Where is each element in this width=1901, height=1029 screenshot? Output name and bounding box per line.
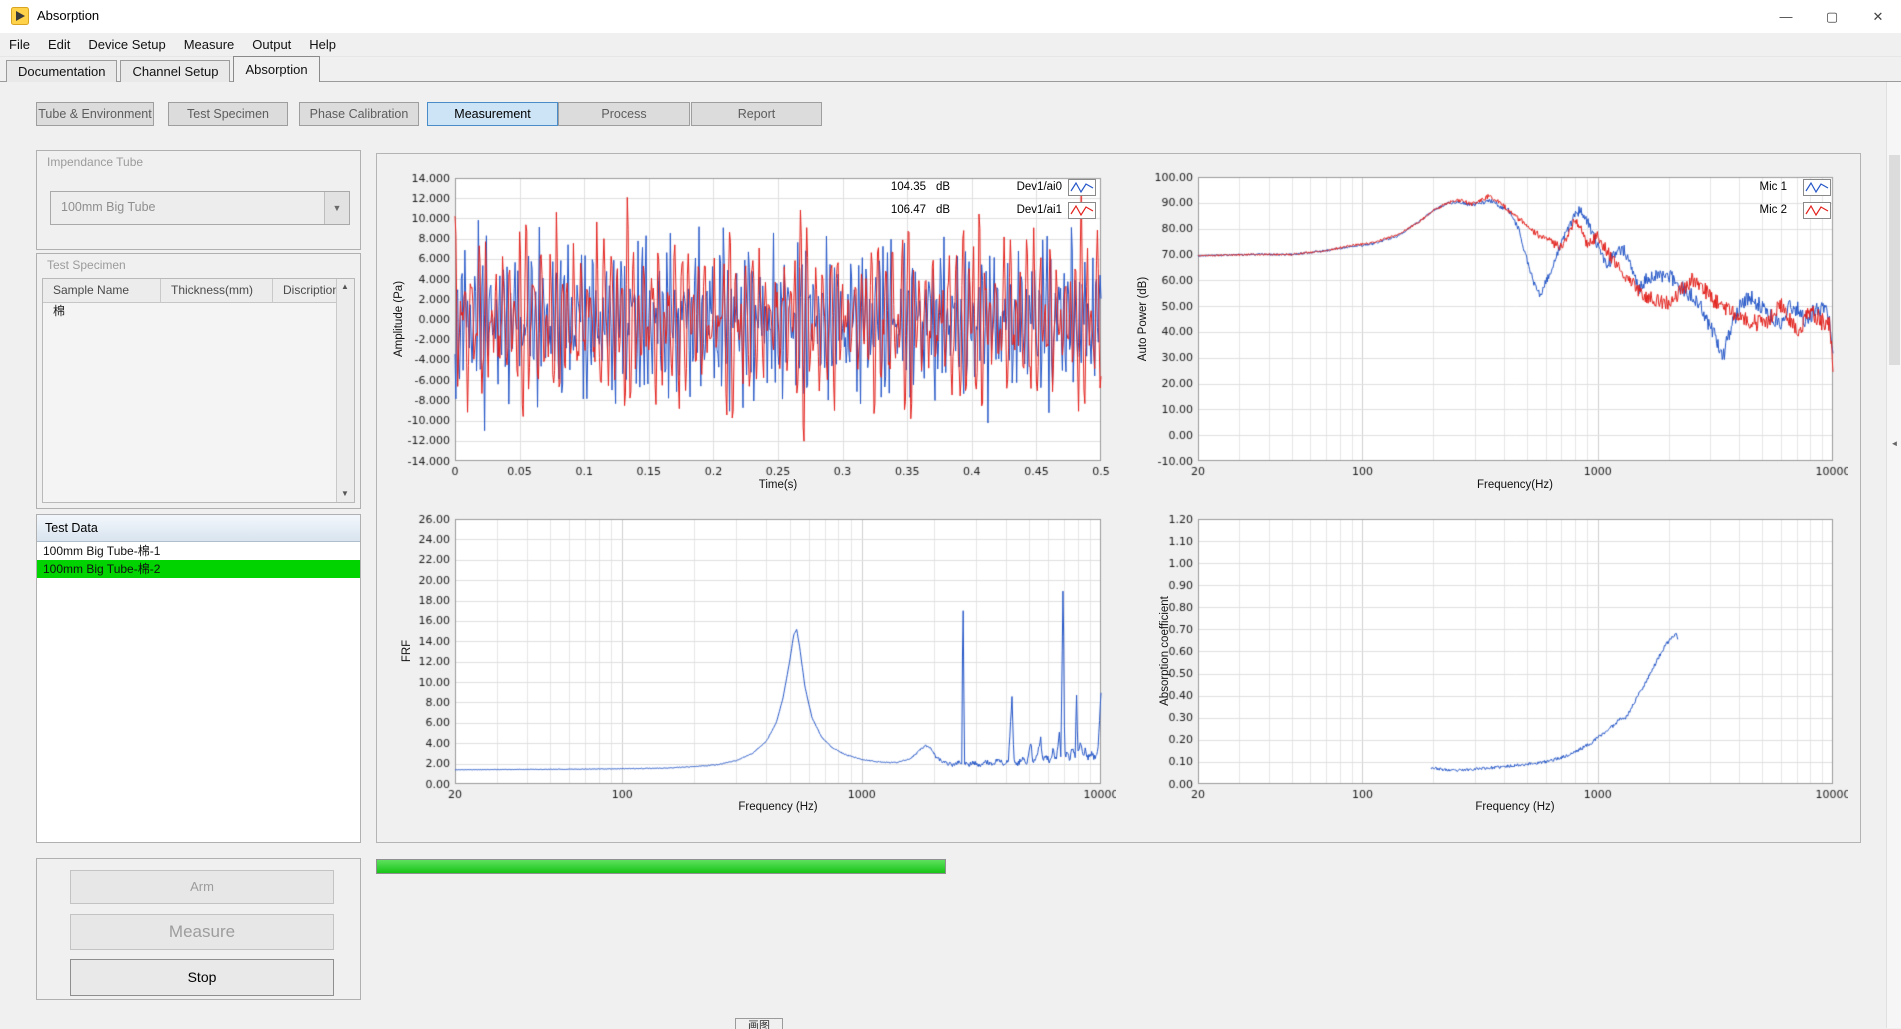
- y-axis-title-auto-power: Auto Power (dB): [1137, 277, 1149, 361]
- test-specimen-table: Sample Name Thickness(mm) Discription 棉 …: [42, 278, 355, 503]
- level-readout-ai0: 104.35: [876, 181, 926, 193]
- test-specimen-label: Test Specimen: [47, 258, 126, 272]
- impedance-tube-dropdown[interactable]: 100mm Big Tube ▼: [50, 191, 350, 225]
- y-axis-title-frf: FRF: [401, 640, 413, 662]
- legend-waveform-icon-mic2[interactable]: [1803, 202, 1831, 219]
- subtab-report[interactable]: Report: [691, 102, 822, 126]
- menu-output[interactable]: Output: [243, 33, 300, 56]
- impedance-tube-value: 100mm Big Tube: [61, 200, 156, 214]
- right-scrollbar[interactable]: ◄: [1886, 82, 1901, 1028]
- x-axis-title-frequency-top: Frequency(Hz): [1477, 479, 1553, 491]
- menu-measure[interactable]: Measure: [175, 33, 244, 56]
- control-button-box: Arm Measure Stop: [36, 858, 361, 1000]
- level-readout-ai1: 106.47: [876, 204, 926, 216]
- legend-label-mic1[interactable]: Mic 1: [1725, 181, 1787, 193]
- test-data-header: Test Data: [37, 515, 360, 542]
- measure-button[interactable]: Measure: [70, 914, 334, 950]
- subtab-process[interactable]: Process: [558, 102, 690, 126]
- table-scrollbar[interactable]: ▲ ▼: [336, 279, 354, 502]
- progress-fill: [377, 860, 945, 873]
- menu-file[interactable]: File: [0, 33, 39, 56]
- menu-edit[interactable]: Edit: [39, 33, 79, 56]
- x-axis-title-frequency-abs: Frequency (Hz): [1475, 801, 1554, 813]
- scrollbar-thumb[interactable]: [1889, 155, 1900, 365]
- legend-waveform-icon-ai1[interactable]: [1068, 202, 1096, 219]
- impedance-tube-group: Impendance Tube 100mm Big Tube ▼: [36, 150, 361, 250]
- subtab-test-specimen[interactable]: Test Specimen: [168, 102, 288, 126]
- scroll-up-icon[interactable]: ▲: [337, 279, 353, 295]
- frf-chart: [376, 505, 1116, 820]
- x-axis-title-frequency-frf: Frequency (Hz): [738, 801, 817, 813]
- title-bar: Absorption — ▢ ✕: [0, 0, 1901, 34]
- y-axis-title-amplitude: Amplitude (Pa): [393, 281, 405, 357]
- column-thickness: Thickness(mm): [161, 279, 273, 302]
- subtab-tube-environment[interactable]: Tube & Environment: [36, 102, 154, 126]
- dropdown-arrow-icon[interactable]: ▼: [324, 192, 349, 224]
- y-axis-title-absorption: Absorption coefficient: [1159, 596, 1171, 706]
- table-row[interactable]: 棉: [43, 302, 337, 320]
- collapse-left-icon[interactable]: ◄: [1888, 437, 1901, 451]
- close-button[interactable]: ✕: [1855, 0, 1901, 33]
- bottom-tab-draw[interactable]: 画图: [735, 1018, 783, 1029]
- legend-waveform-icon-mic1[interactable]: [1803, 179, 1831, 196]
- list-item-selected[interactable]: 100mm Big Tube-棉-2: [37, 560, 360, 578]
- test-specimen-table-header: Sample Name Thickness(mm) Discription: [43, 279, 337, 303]
- absorption-coefficient-chart: [1120, 505, 1848, 820]
- column-sample-name: Sample Name: [43, 279, 161, 302]
- scroll-down-icon[interactable]: ▼: [337, 486, 353, 502]
- legend-waveform-icon-ai0[interactable]: [1068, 179, 1096, 196]
- arm-button[interactable]: Arm: [70, 870, 334, 904]
- test-data-group: Test Data 100mm Big Tube-棉-1 100mm Big T…: [36, 514, 361, 843]
- level-readout-ai1-unit: dB: [936, 204, 950, 216]
- stop-button[interactable]: Stop: [70, 959, 334, 996]
- legend-label-ai0[interactable]: Dev1/ai0: [990, 181, 1062, 193]
- window-title: Absorption: [37, 8, 99, 23]
- x-axis-title-time: Time(s): [759, 479, 798, 491]
- menu-bar: File Edit Device Setup Measure Output He…: [0, 33, 1901, 57]
- subtab-phase-calibration[interactable]: Phase Calibration: [299, 102, 419, 126]
- tab-absorption[interactable]: Absorption: [233, 56, 319, 82]
- test-data-list: 100mm Big Tube-棉-1 100mm Big Tube-棉-2: [37, 542, 360, 842]
- column-discription: Discription: [273, 279, 336, 302]
- legend-label-ai1[interactable]: Dev1/ai1: [990, 204, 1062, 216]
- menu-help[interactable]: Help: [300, 33, 345, 56]
- tab-channel-setup[interactable]: Channel Setup: [120, 60, 230, 82]
- legend-label-mic2[interactable]: Mic 2: [1725, 204, 1787, 216]
- tab-documentation[interactable]: Documentation: [6, 60, 117, 82]
- maximize-button[interactable]: ▢: [1809, 0, 1855, 33]
- level-readout-ai0-unit: dB: [936, 181, 950, 193]
- minimize-button[interactable]: —: [1763, 0, 1809, 33]
- menu-device-setup[interactable]: Device Setup: [79, 33, 174, 56]
- list-item[interactable]: 100mm Big Tube-棉-1: [37, 542, 360, 560]
- test-specimen-group: Test Specimen Sample Name Thickness(mm) …: [36, 253, 361, 509]
- impedance-tube-label: Impendance Tube: [47, 155, 143, 169]
- subtab-measurement[interactable]: Measurement: [427, 102, 558, 126]
- main-tab-bar: Documentation Channel Setup Absorption: [0, 56, 1901, 82]
- progress-bar: [376, 859, 946, 874]
- app-icon: [11, 7, 29, 25]
